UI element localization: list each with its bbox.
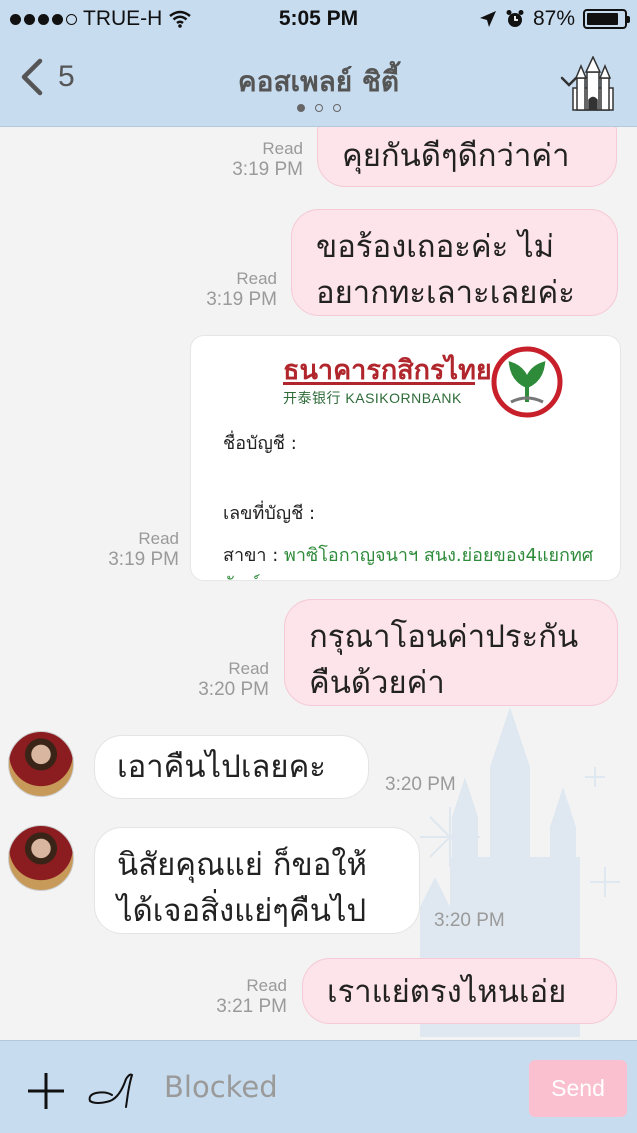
castle-icon <box>572 55 614 111</box>
branch-value: พาซิโอกาญจนาฯ สนง.ย่อยของ4แยกทศกัณฐ์ <box>223 545 594 580</box>
kasikornbank-logo-icon <box>491 346 563 418</box>
page-dot <box>332 104 341 112</box>
plus-icon[interactable] <box>26 1071 66 1111</box>
message-input[interactable]: Blocked <box>150 1067 510 1107</box>
bank-name-english: 开泰银行 KASIKORNBANK <box>283 390 462 406</box>
alarm-icon <box>506 10 524 27</box>
bank-account-image[interactable]: ธนาคารกสิกรไทย 开泰银行 KASIKORNBANK ชื่อบัญ… <box>190 335 621 581</box>
chat-menu-button[interactable] <box>559 55 617 116</box>
bank-name-underline <box>283 382 475 385</box>
battery-percent: 87% <box>532 7 575 30</box>
page-indicator <box>0 104 637 112</box>
message-bubble-outgoing[interactable]: ขอร้องเถอะค่ะ ไม่ อยากทะเลาะเลยค่ะ <box>291 209 618 316</box>
message-bubble-outgoing[interactable]: กรุณาโอนค่าประกัน คืนด้วยค่า <box>284 599 618 706</box>
contact-avatar[interactable] <box>8 825 74 891</box>
menu-chevron-icon <box>560 76 578 87</box>
chat-header: 5 คอสเพลย์ ชิตี้ <box>0 40 637 127</box>
message-text: คุยกันดีๆดีกว่าค่า <box>342 138 570 174</box>
branch-row: สาขา : พาซิโอกาญจนาฯ สนง.ย่อยของ4แยกทศกั… <box>223 540 620 580</box>
branch-label: สาขา : <box>223 545 279 566</box>
read-receipt: Read 3:20 PM <box>198 659 269 700</box>
message-input-bar: Blocked Send <box>0 1040 637 1133</box>
message-text-line: คืนด้วยค่า <box>309 665 445 701</box>
page-dot <box>314 104 323 112</box>
contact-avatar[interactable] <box>8 731 74 797</box>
chat-area[interactable]: Read 3:19 PM คุยกันดีๆดีกว่าค่า Read 3:19 … <box>0 127 637 1040</box>
account-number-label: เลขที่บัญชี : <box>223 503 316 524</box>
message-text-line: กรุณาโอนค่าประกัน <box>309 619 579 655</box>
message-time: 3:20 PM <box>385 774 456 795</box>
read-receipt: Read 3:19 PM <box>206 269 277 310</box>
message-text: เอาคืนไปเลยคะ <box>117 749 326 785</box>
status-bar: TRUE-H 5:05 PM 87% <box>0 0 637 40</box>
read-receipt: Read 3:19 PM <box>232 139 303 180</box>
message-time: 3:20 PM <box>434 910 505 931</box>
message-text: เราแย่ตรงไหนเอ่ย <box>327 974 567 1010</box>
message-text-line: นิสัยคุณแย่ ก็ขอให้ <box>117 847 367 883</box>
send-button[interactable]: Send <box>529 1060 627 1117</box>
message-text-line: อยากทะเลาะเลยค่ะ <box>316 275 575 311</box>
chat-title[interactable]: คอสเพลย์ ชิตี้ <box>0 60 637 104</box>
message-bubble-incoming[interactable]: นิสัยคุณแย่ ก็ขอให้ ได้เจอสิ่งแย่ๆคืนไป <box>94 827 420 934</box>
message-bubble-outgoing[interactable]: คุยกันดีๆดีกว่าค่า <box>317 127 617 187</box>
message-bubble-outgoing[interactable]: เราแย่ตรงไหนเอ่ย <box>302 958 617 1024</box>
battery-icon <box>583 9 630 29</box>
message-bubble-incoming[interactable]: เอาคืนไปเลยคะ <box>94 735 369 799</box>
glass-slipper-icon[interactable] <box>86 1071 136 1111</box>
page-dot <box>296 104 305 112</box>
account-name-label: ชื่อบัญชี : <box>223 433 297 454</box>
message-text-line: ได้เจอสิ่งแย่ๆคืนไป <box>117 893 367 929</box>
read-receipt: Read 3:19 PM <box>108 529 179 570</box>
status-right: 87% <box>479 7 630 31</box>
read-receipt: Read 3:21 PM <box>216 976 287 1017</box>
location-arrow-icon <box>479 11 496 27</box>
message-text-line: ขอร้องเถอะค่ะ ไม่ <box>316 229 555 265</box>
